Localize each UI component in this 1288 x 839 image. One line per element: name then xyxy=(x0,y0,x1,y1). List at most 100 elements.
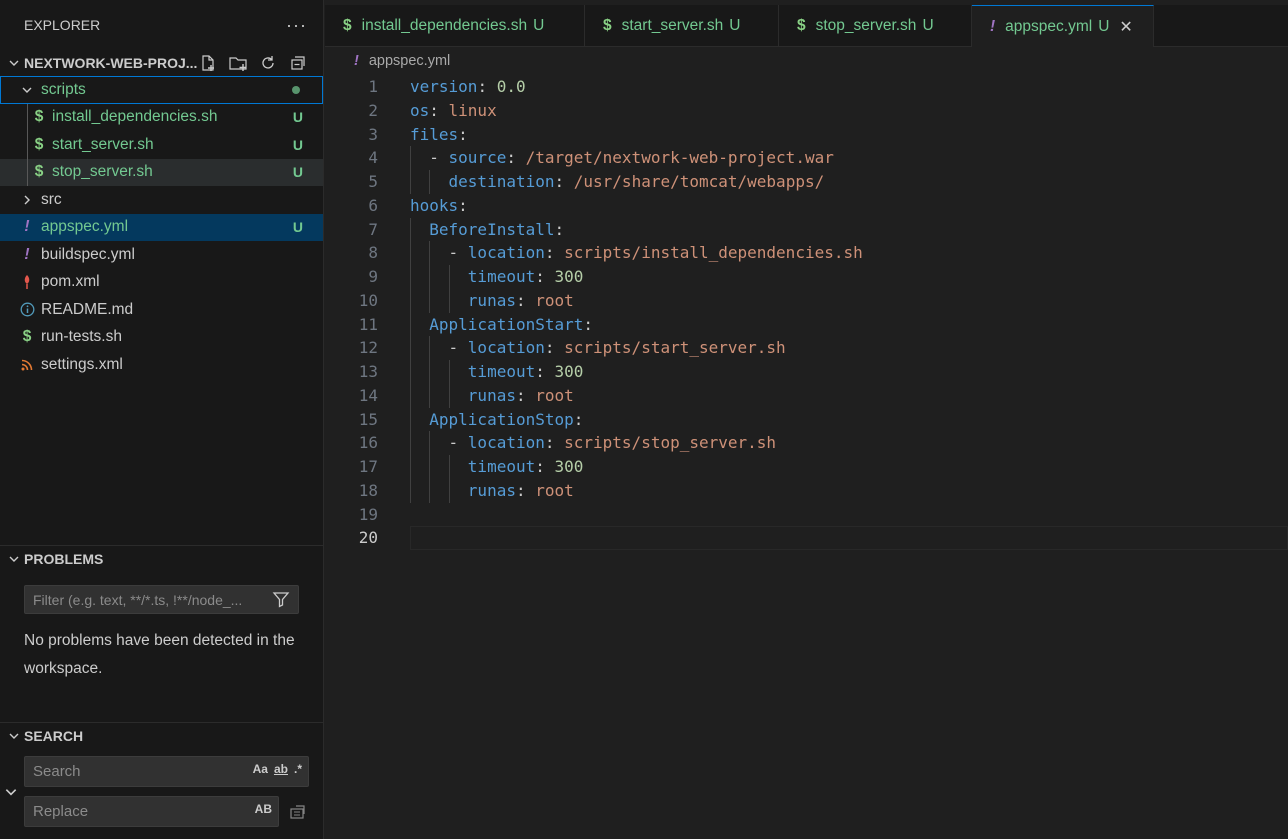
line-number: 15 xyxy=(358,409,378,429)
explorer-title: EXPLORER xyxy=(24,17,101,33)
code-text: timeout: 300 xyxy=(410,455,584,479)
code-text: runas: root xyxy=(410,289,574,313)
new-file-icon[interactable] xyxy=(197,52,219,74)
code-line[interactable]: 13 timeout: 300 xyxy=(325,360,1288,384)
search-panel-header[interactable]: SEARCH xyxy=(0,722,324,748)
code-line[interactable]: 16 - location: scripts/stop_server.sh xyxy=(325,431,1288,455)
explorer-sidebar: EXPLORER ··· NEXTWORK-WEB-PROJ... script… xyxy=(0,0,324,839)
code-token: scripts/start_server.sh xyxy=(564,338,786,358)
tab-label: stop_server.sh xyxy=(815,17,917,34)
code-text: runas: root xyxy=(410,384,574,408)
collapse-all-icon[interactable] xyxy=(287,52,309,74)
code-line[interactable]: 17 timeout: 300 xyxy=(325,455,1288,479)
problems-filter-input[interactable]: Filter (e.g. text, **/*.ts, !**/node_... xyxy=(24,585,299,614)
code-line[interactable]: 4 - source: /target/nextwork-web-project… xyxy=(325,146,1288,170)
code-text: runas: root xyxy=(410,479,574,503)
regex-icon[interactable]: .* xyxy=(294,762,302,776)
line-number: 9 xyxy=(368,267,378,286)
line-number: 7 xyxy=(368,219,378,239)
code-line[interactable]: 2 os: linux xyxy=(325,99,1288,123)
code-line[interactable]: 6 hooks: xyxy=(325,194,1288,218)
code-text: timeout: 300 xyxy=(410,265,584,289)
untracked-badge: U xyxy=(292,109,303,126)
code-line[interactable]: 10 runas: root xyxy=(325,288,1288,313)
code-line[interactable]: 19 xyxy=(325,503,1288,527)
code-token: : xyxy=(506,148,526,168)
editor-tabs: $ install_dependencies.sh U $ start_serv… xyxy=(325,5,1288,47)
code-text: BeforeInstall: xyxy=(410,218,564,242)
tree-folder-src[interactable]: src xyxy=(0,186,323,214)
whole-word-icon[interactable]: ab xyxy=(274,762,288,776)
breadcrumb-file[interactable]: appspec.yml xyxy=(369,53,450,69)
code-token: root xyxy=(535,385,574,405)
file-label: README.md xyxy=(41,300,134,318)
code-line[interactable]: 12 - location: scripts/start_server.sh xyxy=(325,336,1288,360)
yaml-icon: ! xyxy=(24,245,30,263)
filter-icon[interactable] xyxy=(272,590,290,611)
line-number: 5 xyxy=(368,172,378,191)
code-token: runas xyxy=(467,290,516,310)
tree-folder-scripts[interactable]: scripts xyxy=(0,76,323,104)
untracked-badge: U xyxy=(729,17,741,34)
close-icon[interactable]: ✕ xyxy=(1119,17,1132,37)
tab-stop-server[interactable]: $ stop_server.sh U xyxy=(779,5,972,47)
tab-install-dependencies[interactable]: $ install_dependencies.sh U xyxy=(325,5,585,47)
file-label: settings.xml xyxy=(41,355,123,373)
tree-file-readme[interactable]: README.md xyxy=(0,296,323,324)
new-folder-icon[interactable] xyxy=(227,52,249,74)
code-line[interactable]: 8 - location: scripts/install_dependenci… xyxy=(325,241,1288,265)
breadcrumb[interactable]: ! appspec.yml xyxy=(354,53,450,69)
code-token: timeout xyxy=(467,362,536,381)
tab-start-server[interactable]: $ start_server.sh U xyxy=(585,5,779,47)
match-case-icon[interactable]: Aa xyxy=(253,762,268,776)
tree-file-stop-server[interactable]: $ stop_server.sh U xyxy=(0,158,323,186)
code-line[interactable]: 5 destination: /usr/share/tomcat/webapps… xyxy=(325,170,1288,194)
tree-file-install-dependencies[interactable]: $ install_dependencies.sh U xyxy=(0,103,323,131)
code-line[interactable]: 9 timeout: 300 xyxy=(325,265,1288,289)
code-token: ApplicationStop xyxy=(429,409,574,429)
more-actions-icon[interactable]: ··· xyxy=(286,15,307,36)
problems-panel-header[interactable]: PROBLEMS xyxy=(0,545,324,571)
tree-file-buildspec[interactable]: ! buildspec.yml xyxy=(0,241,323,269)
tree-file-appspec[interactable]: ! appspec.yml U xyxy=(0,213,323,241)
tree-file-pom[interactable]: pom.xml xyxy=(0,269,323,297)
replace-input[interactable]: Replace AB xyxy=(24,796,279,827)
code-editor[interactable]: 1 version: 0.0 2 os: linux 3 files: 4 - source… xyxy=(325,75,1288,550)
code-token: : xyxy=(458,195,468,215)
code-line[interactable]: 7 BeforeInstall: xyxy=(325,217,1288,242)
code-line[interactable]: 1 version: 0.0 xyxy=(325,75,1288,99)
tree-file-settings[interactable]: settings.xml xyxy=(0,351,323,379)
code-token: : xyxy=(573,409,584,429)
code-line[interactable]: 14 runas: root xyxy=(325,383,1288,408)
tree-file-start-server[interactable]: $ start_server.sh U xyxy=(0,131,323,159)
tab-label: start_server.sh xyxy=(621,17,724,34)
code-token: source xyxy=(448,148,507,168)
chevron-down-icon xyxy=(19,84,35,96)
code-line[interactable]: 20 xyxy=(325,526,1288,550)
tab-appspec[interactable]: ! appspec.yml U ✕ xyxy=(972,5,1154,47)
code-line[interactable]: 18 runas: root xyxy=(325,478,1288,503)
code-line[interactable]: 11 ApplicationStart: xyxy=(325,312,1288,337)
line-number: 11 xyxy=(358,314,378,334)
search-input[interactable]: Search Aa ab .* xyxy=(24,756,309,787)
tree-file-run-tests[interactable]: $ run-tests.sh xyxy=(0,324,323,352)
line-number: 12 xyxy=(358,338,378,358)
replace-all-icon[interactable] xyxy=(289,802,307,824)
code-token: - xyxy=(410,148,449,168)
preserve-case-icon[interactable]: AB xyxy=(255,802,272,816)
project-folder-header[interactable]: NEXTWORK-WEB-PROJ... xyxy=(0,50,323,76)
code-line[interactable]: 3 files: xyxy=(325,123,1288,147)
refresh-icon[interactable] xyxy=(257,52,279,74)
untracked-badge: U xyxy=(533,17,545,34)
line-number: 8 xyxy=(368,243,378,263)
code-token: - xyxy=(410,338,468,358)
code-line[interactable]: 15 ApplicationStop: xyxy=(325,407,1288,432)
toggle-replace-icon[interactable] xyxy=(4,785,18,803)
code-token: : xyxy=(515,385,536,405)
code-token: : xyxy=(544,243,565,263)
code-text: os: linux xyxy=(410,99,497,123)
code-token: root xyxy=(535,290,574,310)
search-placeholder: Search xyxy=(33,763,81,780)
